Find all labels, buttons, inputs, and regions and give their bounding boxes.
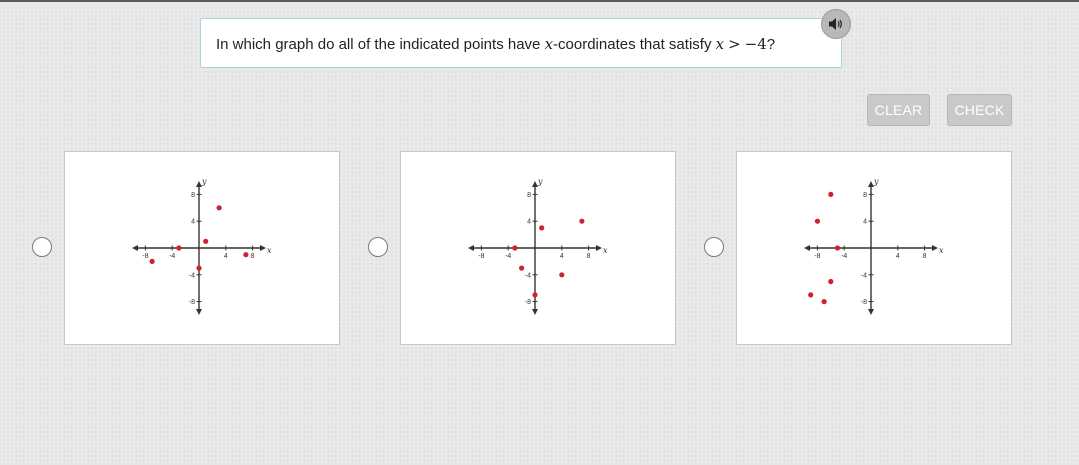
y-axis-arrow-down <box>196 309 202 315</box>
y-tick-label: -4 <box>525 272 531 279</box>
x-tick-label: 4 <box>896 253 900 260</box>
graph-card-3[interactable]: -8 -4 4 8 8 4 -4 -8 x y <box>736 151 1012 345</box>
x-axis-label: x <box>939 246 944 255</box>
data-point <box>176 245 182 251</box>
y-axis-label: y <box>201 177 207 186</box>
x-tick-label: 4 <box>224 253 228 260</box>
data-point <box>149 258 155 264</box>
x-tick-label: -4 <box>841 253 847 260</box>
radio-option-3[interactable] <box>704 237 724 257</box>
data-point <box>808 292 814 298</box>
question-text: In which graph do all of the indicated p… <box>216 35 775 53</box>
data-point <box>512 245 518 251</box>
top-rule <box>0 0 1079 2</box>
math-operator: > <box>728 35 741 53</box>
x-tick-label: -4 <box>505 253 511 260</box>
data-point <box>519 265 525 271</box>
x-axis-arrow-right <box>260 245 266 251</box>
data-point <box>814 218 820 224</box>
data-point <box>532 292 538 298</box>
y-axis-arrow-down <box>868 309 874 315</box>
speaker-icon <box>829 18 842 30</box>
graph-1: -8 -4 4 8 8 4 -4 -8 x y <box>132 177 272 315</box>
audio-button[interactable] <box>821 9 851 39</box>
graph-2: -8 -4 4 8 8 4 -4 -8 x y <box>468 177 608 315</box>
x-axis-arrow-right <box>932 245 938 251</box>
y-axis-label: y <box>537 177 543 186</box>
x-axis-arrow-right <box>596 245 602 251</box>
x-tick-label: -8 <box>814 253 820 260</box>
x-tick-label: -8 <box>478 253 484 260</box>
data-point <box>196 265 202 271</box>
y-tick-label: -8 <box>861 299 867 306</box>
y-tick-label: 8 <box>191 192 195 199</box>
x-tick-label: -8 <box>142 253 148 260</box>
question-box: In which graph do all of the indicated p… <box>200 18 842 68</box>
clear-button[interactable]: CLEAR <box>867 94 930 126</box>
radio-option-1[interactable] <box>32 237 52 257</box>
y-tick-label: 4 <box>191 219 195 226</box>
y-tick-label: -8 <box>189 299 195 306</box>
y-tick-label: 4 <box>863 219 867 226</box>
x-tick-label: 8 <box>251 253 255 260</box>
data-point <box>834 245 841 251</box>
x-axis-arrow-left <box>132 245 138 251</box>
x-tick-label: -4 <box>169 253 175 260</box>
x-axis-arrow-left <box>804 245 810 251</box>
x-axis-arrow-left <box>468 245 474 251</box>
y-tick-label: 4 <box>527 219 531 226</box>
y-tick-label: 8 <box>527 192 531 199</box>
question-suffix: -coordinates that satisfy <box>553 36 716 53</box>
data-point <box>539 225 545 231</box>
x-tick-label: 4 <box>560 253 564 260</box>
math-number: −4 <box>744 35 767 53</box>
graph-card-1[interactable]: -8 -4 4 8 8 4 -4 -8 x y <box>64 151 340 345</box>
graph-card-2[interactable]: -8 -4 4 8 8 4 -4 -8 x y <box>400 151 676 345</box>
check-button[interactable]: CHECK <box>947 94 1012 126</box>
data-point <box>579 218 585 224</box>
x-tick-label: 8 <box>923 253 927 260</box>
data-point <box>243 252 249 258</box>
radio-option-2[interactable] <box>368 237 388 257</box>
data-point <box>216 205 222 211</box>
y-tick-label: -4 <box>861 272 867 279</box>
y-axis-arrow-down <box>532 309 538 315</box>
data-point <box>828 278 834 285</box>
y-tick-label: -4 <box>189 272 195 279</box>
y-tick-label: -8 <box>525 299 531 306</box>
data-point <box>203 238 209 244</box>
data-point <box>821 299 827 305</box>
question-end: ? <box>766 36 776 53</box>
x-axis-label: x <box>603 246 608 255</box>
y-axis-label: y <box>873 177 879 186</box>
x-axis-label: x <box>267 246 272 255</box>
graph-3: -8 -4 4 8 8 4 -4 -8 x y <box>804 177 944 315</box>
math-var-x: x <box>544 35 554 53</box>
x-tick-label: 8 <box>587 253 591 260</box>
math-var-x2: x <box>715 35 725 53</box>
question-prefix: In which graph do all of the indicated p… <box>216 36 545 53</box>
data-point <box>559 272 565 278</box>
y-tick-label: 8 <box>863 192 867 199</box>
data-point <box>828 191 834 197</box>
